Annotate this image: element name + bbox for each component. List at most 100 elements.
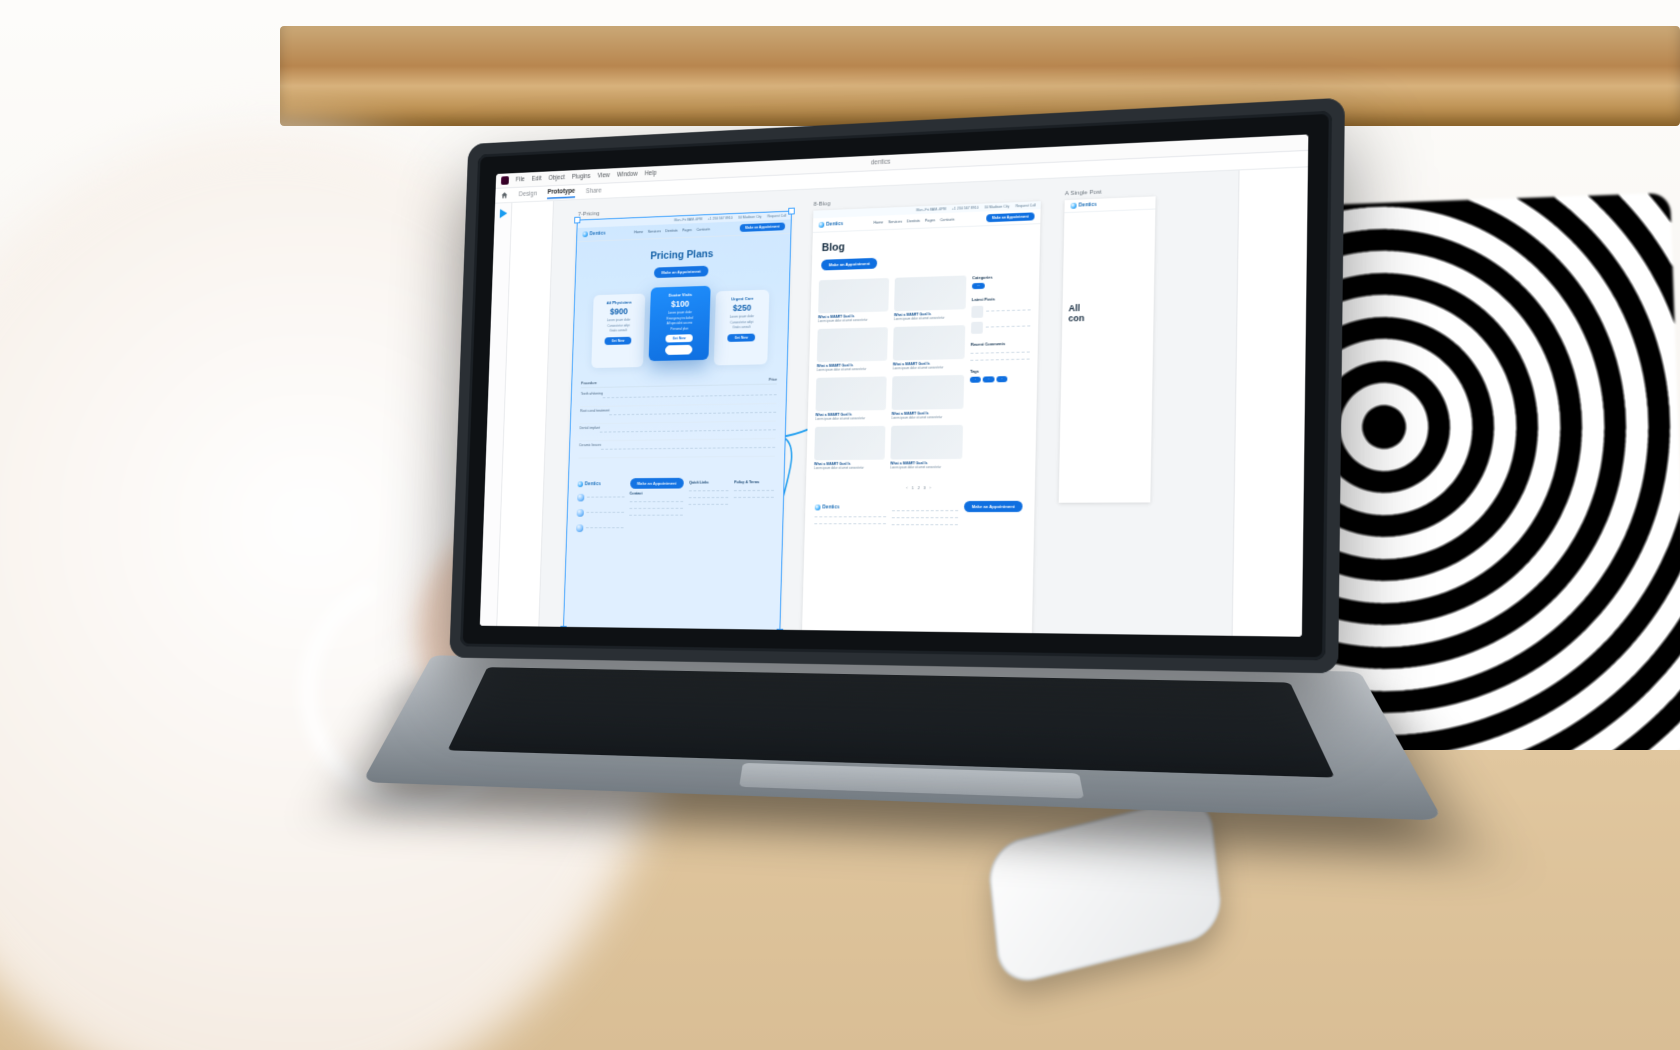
artboard-pricing[interactable]: 7-Pricing Mon–Fri 8AM–6PM +1 234 567 891… — [564, 212, 791, 632]
brand: Dentics — [582, 231, 605, 238]
home-icon[interactable] — [500, 191, 508, 200]
menu-view[interactable]: View — [597, 172, 610, 179]
nav-link[interactable]: Home — [634, 230, 643, 234]
plan-card[interactable]: Urgent Care $250 Lorem ipsum dolor Conse… — [714, 290, 770, 366]
plan-card[interactable]: All Physicians $900 Lorem ipsum dolor Co… — [591, 294, 645, 369]
card-thumb — [894, 275, 966, 311]
artboard-label: 7-Pricing — [578, 210, 600, 217]
menu-file[interactable]: File — [516, 176, 525, 183]
footer-col-title: Quick Links — [689, 480, 729, 484]
blog-card[interactable]: What a SMART Goal IsLorem ipsum dolor si… — [890, 425, 963, 470]
nav-link[interactable]: Contacts — [696, 227, 710, 231]
brand: Dentics — [819, 221, 844, 228]
selection-handle[interactable] — [561, 627, 566, 632]
nav-link[interactable]: Pages — [925, 218, 935, 222]
hero-cta-button[interactable]: Make an Appointment — [654, 266, 708, 278]
pager-next[interactable]: › — [930, 485, 931, 490]
brand-name: Dentics — [826, 221, 843, 228]
blog-card[interactable]: What a SMART Goal IsLorem ipsum dolor si… — [814, 426, 886, 470]
mode-prototype[interactable]: Prototype — [547, 188, 575, 198]
blog-card[interactable]: What a SMART Goal IsLorem ipsum dolor si… — [818, 278, 889, 323]
blog-card[interactable]: What a SMART Goal IsLorem ipsum dolor si… — [815, 376, 886, 420]
sidebar-heading: Tags — [970, 368, 1029, 374]
pager-page[interactable]: 3 — [924, 485, 926, 490]
tag-chip[interactable]: · — [970, 377, 981, 383]
nav-cta-button[interactable]: Make an Appointment — [986, 212, 1035, 222]
preview-play-icon[interactable] — [498, 209, 507, 219]
table-row: Dental implant — [579, 426, 600, 439]
sidebar-chip[interactable]: ··· — [972, 283, 985, 289]
brand-name: Dentics — [822, 504, 839, 510]
plan-cta-button[interactable]: Get Now — [665, 334, 693, 342]
blog-card[interactable]: What a SMART Goal IsLorem ipsum dolor si… — [817, 327, 888, 372]
avatar-icon — [576, 524, 583, 532]
table-head-right: Price — [769, 378, 777, 382]
card-subtitle: Lorem ipsum dolor sit amet consectetur — [815, 416, 885, 421]
sidebar-mini-post[interactable] — [971, 303, 1030, 318]
menu-help[interactable]: Help — [645, 170, 657, 177]
nav-link[interactable]: Contacts — [940, 218, 955, 223]
mode-share[interactable]: Share — [586, 188, 602, 195]
topbar-item: Mon–Fri 8AM–6PM — [674, 217, 702, 222]
plan-price: $900 — [597, 306, 642, 317]
card-thumb — [814, 426, 885, 460]
artboard-label: A Single Post — [1065, 189, 1102, 198]
plan-cta-button[interactable]: Get Now — [604, 336, 632, 344]
mode-design[interactable]: Design — [519, 191, 538, 198]
nav-link[interactable]: Pages — [682, 228, 692, 232]
nav-link[interactable]: Home — [874, 220, 884, 224]
tag-chip[interactable]: · — [983, 376, 994, 382]
nav-link[interactable]: Services — [888, 220, 902, 224]
card-thumb — [815, 376, 886, 411]
topbar-item: 34 Madison City — [738, 215, 762, 220]
plan-card-featured[interactable]: Doctor Visits $100 Lorem ipsum dolor Eme… — [649, 286, 711, 361]
canvas[interactable]: 7-Pricing Mon–Fri 8AM–6PM +1 234 567 891… — [539, 170, 1238, 635]
plan-feature: Gratis consult — [596, 328, 641, 333]
footer-cta-button[interactable]: Make an Appointment — [630, 478, 684, 489]
selection-handle[interactable] — [777, 630, 782, 635]
plan-price: $250 — [719, 302, 765, 313]
footer-col-title: Policy & Terms — [734, 480, 774, 484]
sidebar-heading: Latest Posts — [972, 295, 1031, 302]
nav-link[interactable]: Dentists — [907, 219, 920, 223]
menu-window[interactable]: Window — [617, 171, 638, 179]
tag-chip[interactable]: · — [996, 376, 1007, 382]
menu-plugins[interactable]: Plugins — [572, 173, 591, 180]
pager-page[interactable]: 1 — [911, 485, 913, 490]
brand: Dentics — [578, 481, 625, 487]
pager: ‹ 1 2 3 › — [806, 479, 1035, 497]
topbar-item: +1 234 567 8910 — [708, 216, 733, 221]
blog-card[interactable]: What a SMART Goal IsLorem ipsum dolor si… — [891, 375, 964, 420]
selection-handle[interactable] — [575, 218, 580, 223]
selection-handle[interactable] — [789, 209, 794, 214]
hero-cta-button[interactable]: Make an Appointment — [821, 258, 877, 271]
card-thumb — [890, 425, 963, 460]
card-subtitle: Lorem ipsum dolor sit amet consectetur — [893, 365, 965, 370]
pager-prev[interactable]: ‹ — [906, 485, 907, 490]
nav-cta-button[interactable]: Make an Appointment — [739, 222, 785, 232]
laptop: File Edit Object Plugins View Window Hel… — [441, 98, 1345, 920]
artboard-blog[interactable]: 8-Blog Mon–Fri 8AM–6PM +1 234 567 8910 3… — [801, 201, 1041, 636]
brand-logo-icon — [1071, 203, 1077, 209]
plan-cta-button[interactable]: Get Now — [727, 333, 755, 341]
blog-card[interactable]: What a SMART Goal IsLorem ipsum dolor si… — [894, 275, 967, 321]
blog-sidebar: Categories ··· Latest Posts — [968, 273, 1031, 469]
avatar-icon — [577, 493, 584, 501]
footer-cta-button[interactable]: Make an Appointment — [964, 501, 1023, 512]
topbar-item: Request Call — [767, 214, 786, 219]
nav-link[interactable]: Dentists — [665, 229, 677, 233]
menu-edit[interactable]: Edit — [532, 176, 542, 183]
nav-link[interactable]: Services — [648, 229, 661, 233]
plan-feature: Gratis consult — [718, 325, 764, 330]
menu-object[interactable]: Object — [548, 174, 565, 181]
blog-card[interactable]: What a SMART Goal IsLorem ipsum dolor si… — [893, 325, 966, 370]
plan-feature: Consectetur adipi — [596, 323, 641, 328]
brand-name: Dentics — [589, 231, 605, 237]
pager-page[interactable]: 2 — [918, 485, 920, 490]
artboard-single-post[interactable]: A Single Post Dentics All con — [1059, 196, 1156, 502]
brand: Dentics — [1071, 202, 1097, 209]
brand: Dentics — [815, 504, 886, 510]
sidebar-mini-post[interactable] — [971, 319, 1030, 334]
card-thumb — [818, 278, 889, 313]
plan-secondary-button[interactable]: Details — [665, 345, 692, 355]
